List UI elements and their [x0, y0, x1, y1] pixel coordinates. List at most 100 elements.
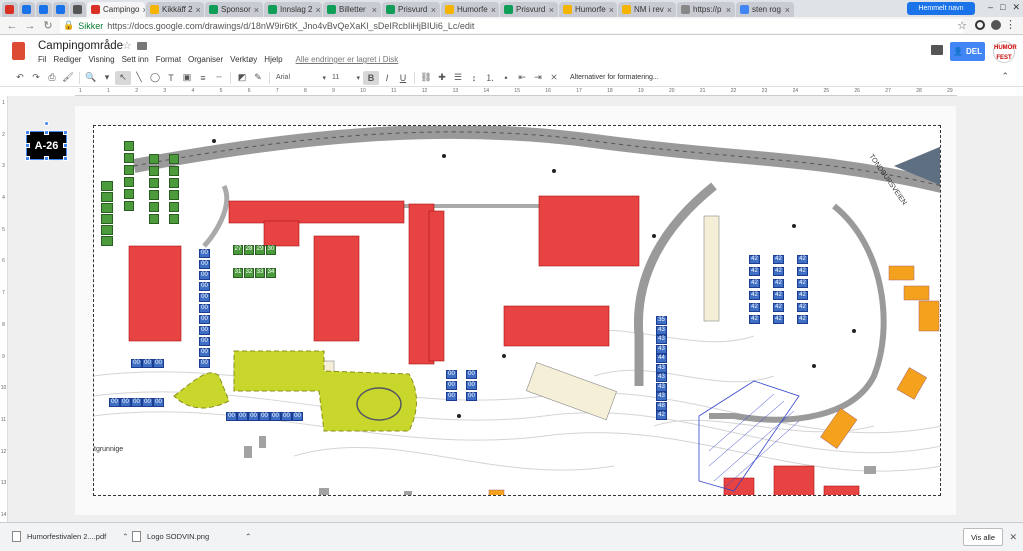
link-icon[interactable]: ⛓	[418, 71, 434, 85]
browser-tab[interactable]: Humorfe ×	[441, 2, 499, 17]
minimize-icon[interactable]: –	[988, 2, 993, 13]
tent-spot[interactable]: 43	[656, 325, 667, 335]
browser-menu-icon[interactable]: ⋮	[1005, 18, 1016, 31]
tent-spot[interactable]: 42	[749, 267, 760, 276]
tent-spot[interactable]	[124, 177, 134, 187]
browser-tab[interactable]: Prisvurd ×	[382, 2, 440, 17]
tab-close-icon[interactable]: ×	[254, 5, 259, 15]
clear-format-icon[interactable]: ⨯	[546, 71, 562, 85]
resize-handle[interactable]	[63, 143, 68, 148]
tab-close-icon[interactable]: ×	[431, 5, 436, 15]
tent-spot[interactable]: 44	[656, 354, 667, 363]
tent-spot[interactable]: 31	[233, 268, 243, 278]
tent-spot[interactable]: 42	[749, 291, 760, 300]
resize-handle[interactable]	[63, 130, 68, 135]
tent-spot[interactable]: 00	[120, 398, 131, 407]
back-icon[interactable]: ←	[6, 20, 18, 32]
tent-spot[interactable]	[169, 202, 179, 212]
tent-spot[interactable]: 34	[266, 268, 276, 278]
drawings-logo-icon[interactable]	[12, 42, 25, 60]
decrease-indent-icon[interactable]: ⇤	[514, 71, 530, 85]
tent-spot[interactable]: 33	[255, 268, 265, 278]
underline-button[interactable]: U	[395, 71, 411, 85]
chevron-up-icon[interactable]: ⌃	[245, 532, 251, 541]
tab-close-icon[interactable]: ×	[726, 5, 731, 15]
browser-tab[interactable]	[70, 2, 86, 17]
tent-spot[interactable]: 00	[199, 348, 210, 357]
chevron-down-icon[interactable]: ▾	[99, 71, 115, 85]
tent-spot[interactable]	[101, 203, 113, 213]
tab-close-icon[interactable]: ×	[609, 5, 614, 15]
tab-close-icon[interactable]: ×	[667, 5, 672, 15]
comment-add-icon[interactable]: ✚	[434, 71, 450, 85]
browser-tab[interactable]	[36, 2, 52, 17]
tent-spot[interactable]: 42	[773, 279, 784, 288]
font-select[interactable]: Arial ▾	[273, 74, 329, 82]
line-icon[interactable]: ╲	[131, 71, 147, 85]
tent-spot[interactable]: 43	[656, 363, 667, 373]
profile-button[interactable]: Hemmelt navn	[907, 2, 975, 15]
menu-item[interactable]: Hjelp	[264, 55, 282, 64]
tent-spot[interactable]: 43	[656, 382, 667, 392]
tent-spot[interactable]: 00	[259, 412, 270, 421]
tent-spot[interactable]: 42	[749, 315, 760, 324]
tent-spot[interactable]: 00	[142, 398, 153, 407]
tent-spot[interactable]: 42	[773, 267, 784, 276]
tent-spot[interactable]: 00	[199, 326, 210, 335]
tent-spot[interactable]: 00	[199, 304, 210, 313]
collapse-menu-icon[interactable]: ⌃	[1001, 71, 1009, 82]
tab-close-icon[interactable]: ×	[491, 5, 496, 15]
tent-spot[interactable]	[124, 165, 134, 175]
tent-spot[interactable]	[169, 214, 179, 224]
tent-spot[interactable]	[149, 178, 159, 188]
browser-tab[interactable]: Billetter ×	[323, 2, 381, 17]
campsite-map[interactable]: TONDBURSVEIEN tgrunnige 27 28 29 30 31 32 33 34…	[93, 125, 941, 496]
menu-item[interactable]: Sett inn	[122, 55, 149, 64]
tent-spot[interactable]: 27	[233, 245, 243, 255]
tent-spot[interactable]: 42	[797, 279, 808, 288]
shape-icon[interactable]: ◯	[147, 71, 163, 85]
tent-spot[interactable]: 29	[255, 245, 265, 255]
tent-spot[interactable]	[149, 154, 159, 164]
tent-spot[interactable]	[101, 181, 113, 191]
tent-spot[interactable]	[101, 192, 113, 202]
menu-item[interactable]: Rediger	[53, 55, 81, 64]
menu-item[interactable]: Organiser	[188, 55, 223, 64]
tent-spot[interactable]: 00	[199, 315, 210, 324]
tent-spot[interactable]: 42	[797, 315, 808, 324]
image-icon[interactable]: ▣	[179, 71, 195, 85]
tab-close-icon[interactable]: ×	[549, 5, 554, 15]
tent-spot[interactable]	[149, 202, 159, 212]
browser-tab[interactable]	[53, 2, 69, 17]
tent-spot[interactable]: 00	[199, 249, 210, 258]
browser-tab[interactable]: Prisvurd ×	[500, 2, 558, 17]
tent-spot[interactable]: 42	[656, 411, 667, 420]
browser-tab[interactable]: Campingo×	[87, 2, 145, 17]
align-icon[interactable]: ☰	[450, 71, 466, 85]
tent-spot[interactable]: 00	[281, 412, 292, 421]
tent-spot[interactable]: 42	[773, 303, 784, 312]
redo-icon[interactable]: ↷	[28, 71, 44, 85]
tent-spot[interactable]: 00	[226, 412, 237, 421]
print-icon[interactable]: ⎙	[44, 71, 60, 85]
menu-item[interactable]: Format	[156, 55, 181, 64]
zoom-icon[interactable]: 🔍	[83, 71, 99, 85]
tent-spot[interactable]: 00	[199, 260, 210, 269]
tent-spot[interactable]: 42	[797, 255, 808, 264]
menu-item[interactable]: Visning	[88, 55, 114, 64]
tent-spot[interactable]: 42	[797, 303, 808, 312]
tent-spot[interactable]: 35	[656, 316, 667, 325]
browser-tab[interactable]	[2, 2, 18, 17]
tent-spot[interactable]: 00	[153, 359, 164, 368]
close-downloads-icon[interactable]: ✕	[1009, 532, 1017, 543]
close-icon[interactable]: ✕	[1012, 2, 1020, 13]
extension-icon-2[interactable]	[991, 20, 1001, 30]
resize-handle[interactable]	[25, 143, 30, 148]
line-dash-icon[interactable]: ┄	[211, 71, 227, 85]
tent-spot[interactable]: 42	[749, 255, 760, 264]
increase-indent-icon[interactable]: ⇥	[530, 71, 546, 85]
browser-tab[interactable]: NM i rev ×	[618, 2, 676, 17]
tent-spot[interactable]: 00	[466, 392, 477, 401]
bulleted-list-icon[interactable]: •	[498, 71, 514, 85]
format-options-button[interactable]: Alternativer for formatering...	[570, 74, 659, 81]
